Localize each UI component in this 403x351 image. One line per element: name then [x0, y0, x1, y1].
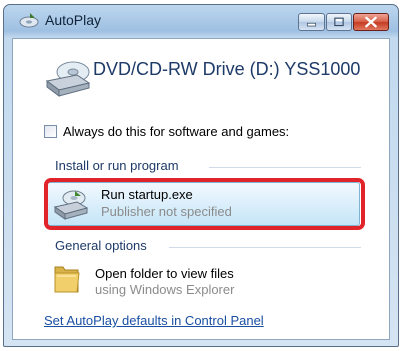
run-startup-subtitle: Publisher not specified: [101, 204, 232, 219]
maximize-button[interactable]: [326, 13, 352, 31]
maximize-icon: [334, 17, 344, 27]
close-icon: [365, 16, 377, 28]
installer-icon: [53, 190, 89, 220]
always-do-this-checkbox[interactable]: [44, 125, 57, 138]
open-folder-title: Open folder to view files: [95, 266, 234, 281]
install-group-heading: Install or run program: [55, 158, 179, 173]
drive-title: DVD/CD-RW Drive (D:) YSS1000: [93, 59, 361, 79]
folder-icon: [54, 266, 80, 293]
general-group-heading: General options: [55, 238, 147, 253]
window-title: AutoPlay: [45, 12, 102, 28]
autoplay-window: AutoPlay DVD/CD-RW Drive (D:) YSS1000 Al…: [3, 4, 399, 347]
minimize-button[interactable]: [298, 13, 325, 31]
install-group-divider: [209, 167, 361, 168]
always-do-this-label[interactable]: Always do this for software and games:: [63, 124, 289, 139]
minimize-icon: [306, 22, 317, 27]
dialog-content: DVD/CD-RW Drive (D:) YSS1000 Always do t…: [12, 38, 390, 340]
autoplay-defaults-link[interactable]: Set AutoPlay defaults in Control Panel: [44, 313, 264, 328]
general-group-divider: [169, 247, 361, 248]
run-startup-option[interactable]: Run startup.exe Publisher not specified: [46, 182, 360, 226]
title-bar[interactable]: AutoPlay: [4, 5, 398, 35]
autoplay-icon: [19, 13, 39, 28]
open-folder-option[interactable]: Open folder to view files using Windows …: [46, 257, 360, 301]
optical-drive-icon: [45, 61, 91, 97]
close-button[interactable]: [353, 13, 389, 31]
open-folder-subtitle: using Windows Explorer: [95, 282, 235, 297]
run-startup-title: Run startup.exe: [101, 187, 193, 202]
